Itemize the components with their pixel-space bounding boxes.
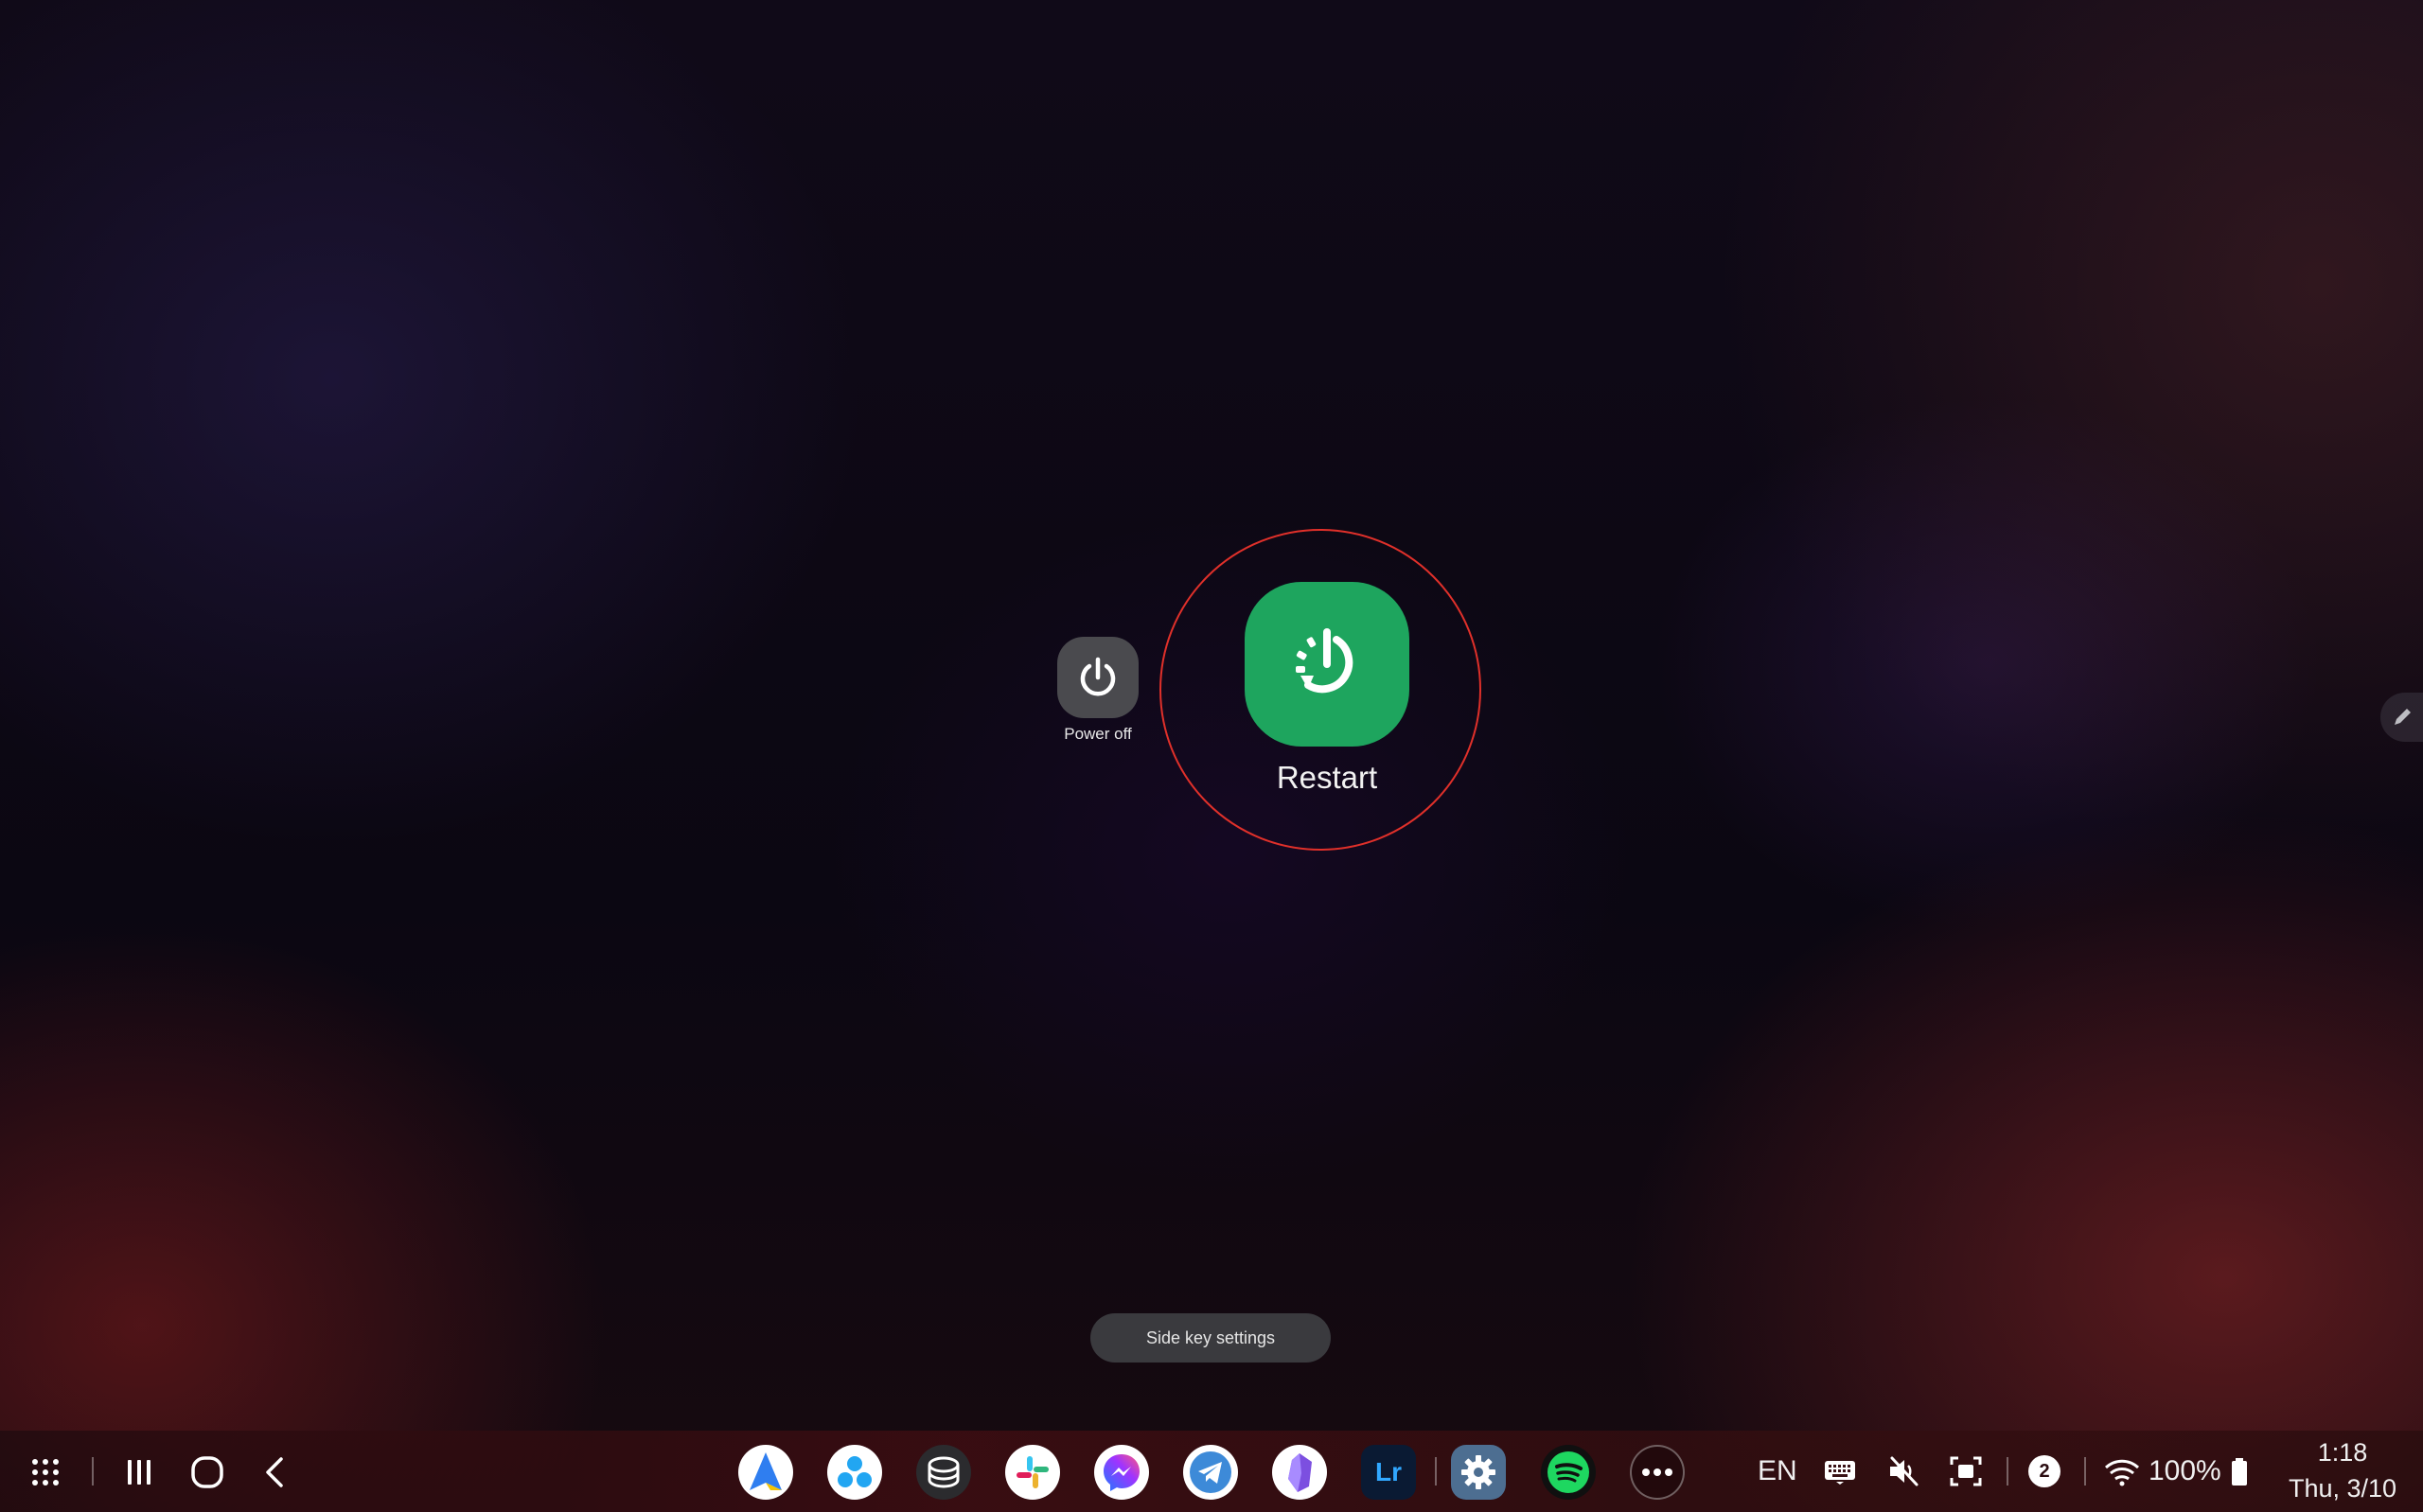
wifi-icon[interactable] (2103, 1453, 2141, 1491)
bubbles-icon[interactable] (827, 1445, 882, 1500)
battery-icon (2228, 1453, 2251, 1491)
taskbar-separator (92, 1457, 94, 1486)
lightroom-icon[interactable]: Lr (1361, 1445, 1416, 1500)
messenger-icon[interactable] (1094, 1445, 1149, 1500)
obsidian-icon[interactable] (1272, 1445, 1327, 1500)
keyboard-icon[interactable] (1821, 1453, 1859, 1491)
power-off-button[interactable] (1057, 637, 1139, 718)
notification-count: 2 (2039, 1460, 2050, 1482)
edge-panel-handle[interactable] (2380, 693, 2423, 742)
lightroom-label: Lr (1375, 1457, 1402, 1486)
gear-icon[interactable] (1451, 1445, 1506, 1500)
restart-label: Restart (1276, 760, 1378, 795)
taskbar-separator (1435, 1457, 1437, 1486)
side-key-settings-button[interactable]: Side key settings (1090, 1313, 1331, 1363)
paper-plane-icon[interactable] (738, 1445, 793, 1500)
status-separator (2084, 1457, 2086, 1486)
mute-icon[interactable] (1884, 1451, 1923, 1491)
recents-icon[interactable] (118, 1451, 160, 1493)
taskbar: Lr EN 2 100% 1:18 Thu, 3/10 (0, 1431, 2423, 1512)
restart-button[interactable] (1245, 582, 1409, 747)
clock-time[interactable]: 1:18 (2290, 1438, 2395, 1468)
apps-grid-icon[interactable] (25, 1451, 66, 1493)
more-icon[interactable] (1630, 1445, 1685, 1500)
battery-percentage: 100% (2149, 1455, 2221, 1486)
pencil-icon (2394, 709, 2411, 725)
screen-capture-icon[interactable] (1946, 1451, 1986, 1491)
telegram-icon[interactable] (1183, 1445, 1238, 1500)
restart-icon (1296, 628, 1353, 694)
slack-icon[interactable] (1005, 1445, 1060, 1500)
power-off-label: Power off (1064, 725, 1132, 743)
clock-date[interactable]: Thu, 3/10 (2276, 1474, 2409, 1503)
home-icon[interactable] (186, 1451, 228, 1493)
status-separator (2007, 1457, 2008, 1486)
notification-badge[interactable]: 2 (2028, 1455, 2060, 1487)
wallet-icon[interactable] (916, 1445, 971, 1500)
language-indicator[interactable]: EN (1758, 1455, 1797, 1487)
back-icon[interactable] (254, 1451, 295, 1493)
spotify-icon[interactable] (1541, 1445, 1596, 1500)
power-icon (1080, 657, 1116, 696)
